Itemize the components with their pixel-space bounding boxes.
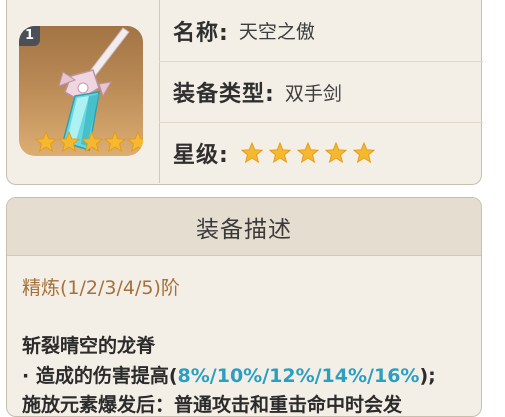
effect-values: 8%/10%/12%/14%/16% bbox=[177, 365, 420, 387]
effect-line-2: 施放元素爆发后：普通攻击和重击命中时会发 bbox=[22, 394, 403, 416]
effect-prefix: · 造成的伤害提高( bbox=[22, 365, 178, 387]
star-icon bbox=[352, 142, 375, 164]
weapon-icon-panel: 1 bbox=[7, 0, 160, 183]
description-header: 装备描述 bbox=[7, 198, 481, 256]
name-label: 名称: bbox=[173, 20, 229, 46]
star-icon bbox=[104, 131, 126, 153]
star-icon bbox=[268, 142, 291, 164]
rarity-label: 星级: bbox=[173, 143, 229, 168]
name-value: 天空之傲 bbox=[238, 21, 315, 43]
star-icon bbox=[240, 142, 263, 164]
star-icon bbox=[324, 142, 347, 164]
type-label: 装备类型: bbox=[173, 82, 275, 107]
effect-line: · 造成的伤害提高(8%/10%/12%/14%/16%); bbox=[22, 361, 436, 388]
tile-rarity-stars bbox=[35, 131, 143, 153]
type-value: 双手剑 bbox=[284, 82, 342, 105]
passive-name: 斩裂晴空的龙脊 bbox=[22, 335, 156, 357]
star-icon bbox=[58, 131, 80, 153]
star-icon bbox=[81, 131, 103, 153]
refine-level-badge: 1 bbox=[19, 26, 40, 46]
rarity-stars bbox=[240, 142, 375, 164]
effect-suffix: ); bbox=[419, 365, 436, 387]
star-icon bbox=[35, 131, 57, 153]
refinement-text: 精炼(1/2/3/4/5)阶 bbox=[22, 277, 180, 299]
star-icon bbox=[127, 131, 143, 153]
name-row: 名称: 天空之傲 bbox=[159, 0, 483, 61]
rarity-row: 星级: bbox=[159, 122, 483, 183]
description-card: 装备描述 精炼(1/2/3/4/5)阶 斩裂晴空的龙脊 · 造成的伤害提高(8%… bbox=[6, 197, 482, 417]
weapon-icon-tile[interactable]: 1 bbox=[19, 26, 143, 156]
type-row: 装备类型: 双手剑 bbox=[159, 61, 483, 122]
weapon-info-card: 1 名称: 天空之傲 装备类型: 双手剑 星级: bbox=[6, 0, 483, 185]
star-icon bbox=[296, 142, 319, 164]
